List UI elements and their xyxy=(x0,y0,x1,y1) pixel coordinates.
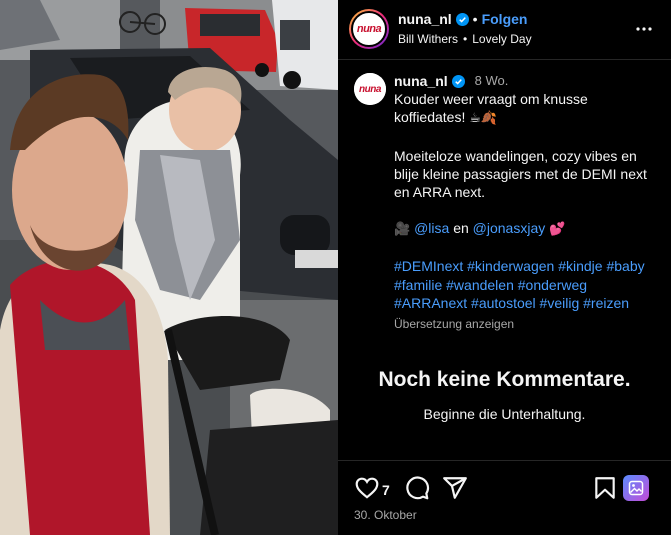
hashtag-line-2: #familie #wandelen #onderweg xyxy=(394,276,662,294)
caption-line-2: koffiedates! ☕🍂 xyxy=(394,108,662,128)
share-icon[interactable] xyxy=(442,475,468,501)
hashtag[interactable]: #kinderwagen xyxy=(467,258,554,274)
credit-join: en xyxy=(453,220,469,237)
audio-info[interactable]: Bill Withers • Lovely Day xyxy=(398,32,532,46)
follow-button[interactable]: Folgen xyxy=(482,11,528,27)
coffee-leaf-emoji: ☕🍂 xyxy=(469,111,498,127)
caption: nuna_nl 8 Wo. Kouder weer vraagt om knus… xyxy=(394,72,662,333)
caption-username[interactable]: nuna_nl xyxy=(394,72,448,90)
caption-credits: 🎥 @lisa en @jonasxjay 💕 xyxy=(394,219,662,239)
translate-link[interactable]: Übersetzung anzeigen xyxy=(394,315,662,333)
post-header: nuna nuna_nl • Folgen Bill Withers • Lov… xyxy=(338,0,671,60)
heart-icon[interactable] xyxy=(354,475,380,501)
caption-verified-badge-icon xyxy=(451,74,465,88)
caption-para2-line3: en ARRA next. xyxy=(394,184,486,201)
like-count[interactable]: 7 xyxy=(382,482,390,498)
post-detail-panel: nuna nuna_nl • Folgen Bill Withers • Lov… xyxy=(338,0,671,535)
hashtag[interactable]: #reizen xyxy=(583,295,629,311)
hashtag[interactable]: #ARRAnext xyxy=(394,295,467,311)
hashtag[interactable]: #autostoel xyxy=(471,295,536,311)
hashtag[interactable]: #kindje xyxy=(558,258,602,274)
action-bar: 7 30. Oktober xyxy=(338,460,671,535)
comments-empty-state: Noch keine Kommentare. Beginne die Unter… xyxy=(338,368,671,422)
post-date[interactable]: 30. Oktober xyxy=(354,508,417,522)
mention-jonasxjay[interactable]: @jonasxjay xyxy=(473,220,546,236)
header-user-row: nuna_nl • Folgen xyxy=(398,11,527,27)
hashtag[interactable]: #baby xyxy=(606,258,644,274)
hashtag[interactable]: #onderweg xyxy=(518,277,587,293)
empty-comments-subtitle: Beginne die Unterhaltung. xyxy=(423,406,586,422)
hashtag[interactable]: #familie xyxy=(394,277,442,293)
username-link[interactable]: nuna_nl xyxy=(398,11,452,27)
hashtag[interactable]: #DEMInext xyxy=(394,258,463,274)
separator-dot: • xyxy=(472,11,478,27)
audio-separator: • xyxy=(463,32,468,46)
caption-time[interactable]: 8 Wo. xyxy=(475,72,509,90)
hashtag-line-1: #DEMInext #kinderwagen #kindje #baby xyxy=(394,257,662,275)
profile-avatar[interactable]: nuna xyxy=(349,9,389,49)
image-icon xyxy=(628,480,644,496)
caption-text: Kouder weer vraagt om knusse koffiedates… xyxy=(394,90,662,312)
hashtag[interactable]: #wandelen xyxy=(446,277,514,293)
caption-header: nuna_nl 8 Wo. xyxy=(394,72,662,90)
caption-line-2-text: koffiedates! xyxy=(394,109,466,126)
video-frame-illustration xyxy=(0,0,338,535)
hashtag-line-3: #ARRAnext #autostoel #veilig #reizen xyxy=(394,294,662,312)
verified-badge-icon xyxy=(455,12,469,26)
post-media[interactable] xyxy=(0,0,338,535)
bookmark-icon[interactable] xyxy=(592,475,618,501)
empty-comments-title: Noch keine Kommentare. xyxy=(378,368,631,391)
camera-emoji-icon: 🎥 xyxy=(394,222,411,238)
audio-artist: Bill Withers xyxy=(398,32,459,46)
caption-avatar[interactable]: nuna xyxy=(354,73,386,105)
avatar-logo: nuna xyxy=(351,11,387,47)
mention-lisa[interactable]: @lisa xyxy=(414,220,449,236)
caption-avatar-logo: nuna xyxy=(354,73,386,105)
caption-para2-line1: Moeiteloze wandelingen, cozy vibes en xyxy=(394,147,637,164)
gallery-icon[interactable] xyxy=(623,475,649,501)
hashtag[interactable]: #veilig xyxy=(540,295,580,311)
more-options-icon[interactable] xyxy=(635,20,653,38)
caption-para2-line2: blije kleine passagiers met de DEMI next xyxy=(394,165,647,182)
audio-title: Lovely Day xyxy=(472,32,532,46)
hearts-emoji: 💕 xyxy=(549,222,566,238)
comment-icon[interactable] xyxy=(404,475,430,501)
caption-line-1: Kouder weer vraagt om knusse xyxy=(394,91,588,108)
